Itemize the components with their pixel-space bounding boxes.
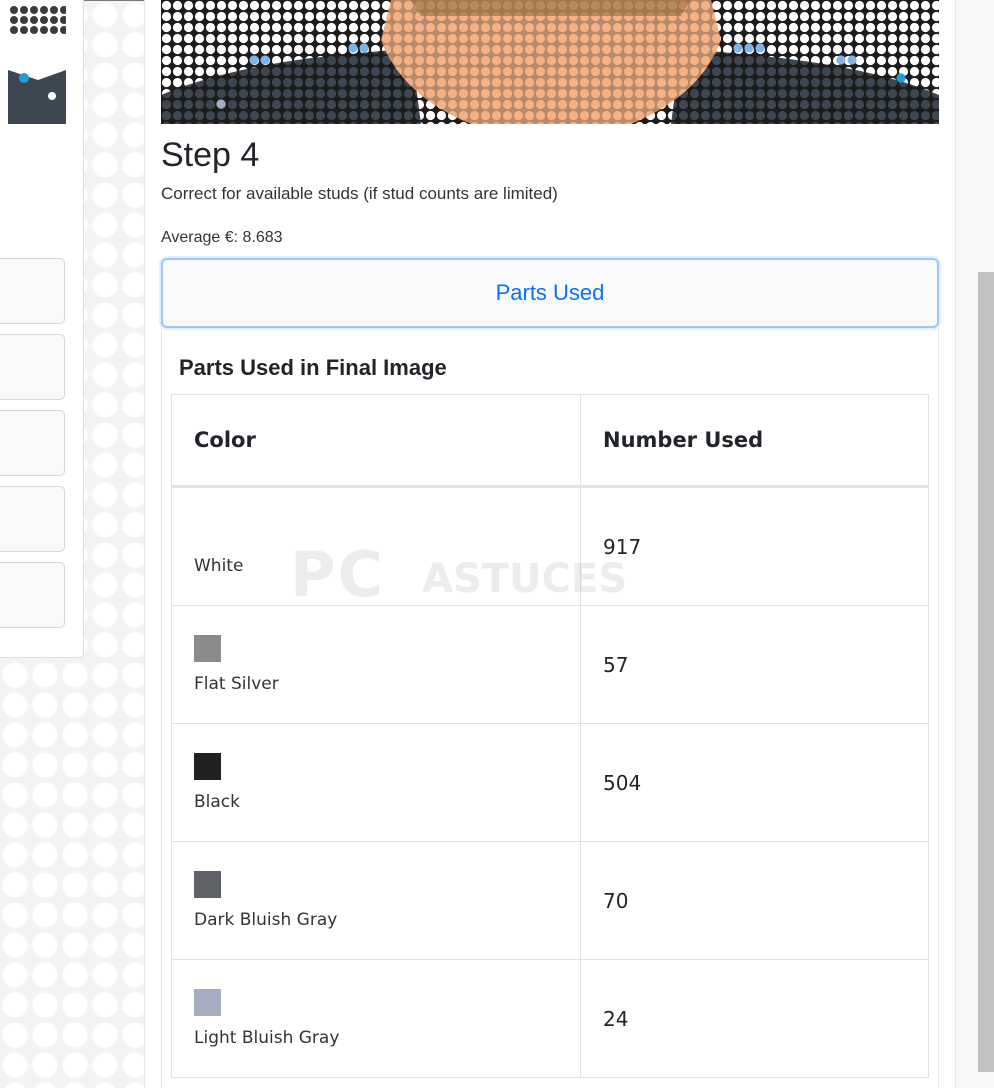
count-value: 57	[603, 652, 629, 677]
color-swatch-icon	[194, 635, 221, 662]
table-row: Light Bluish Gray 24	[171, 959, 929, 1078]
count-cell: 70	[580, 841, 929, 960]
step-title: Step 4	[161, 136, 260, 174]
color-swatch-icon	[194, 989, 221, 1016]
color-name: Flat Silver	[194, 674, 279, 694]
color-swatch-icon	[194, 871, 221, 898]
color-cell: Black	[171, 723, 581, 842]
color-name: Black	[194, 792, 240, 812]
column-header-color: Color	[171, 394, 581, 488]
color-cell: Light Bluish Gray	[171, 959, 581, 1078]
table-row: Dark Bluish Gray 70	[171, 841, 929, 960]
table-row: Flat Silver 57	[171, 605, 929, 724]
color-name: White	[194, 556, 244, 576]
mosaic-preview	[161, 0, 939, 124]
color-cell: Dark Bluish Gray	[171, 841, 581, 960]
left-option-button-4[interactable]	[0, 486, 65, 552]
count-value: 917	[603, 534, 642, 559]
color-swatch-icon	[194, 753, 221, 780]
left-option-button-5[interactable]	[0, 562, 65, 628]
count-cell: 57	[580, 605, 929, 724]
table-header-row: Color Number Used	[171, 394, 929, 488]
color-name: Dark Bluish Gray	[194, 910, 338, 930]
left-option-button-1[interactable]	[0, 258, 65, 324]
column-header-number-used: Number Used	[580, 394, 929, 488]
color-cell: White	[171, 486, 581, 606]
left-option-button-3[interactable]	[0, 410, 65, 476]
parts-used-table: Color Number Used White 917 Flat Silver	[171, 394, 929, 1078]
parts-used-button[interactable]: Parts Used	[161, 258, 939, 328]
step-4-card: Step 4 Correct for available studs (if s…	[144, 0, 956, 1088]
count-cell: 504	[580, 723, 929, 842]
left-mosaic-preview	[8, 0, 66, 124]
count-value: 70	[603, 888, 629, 913]
parts-used-heading: Parts Used in Final Image	[179, 355, 447, 380]
left-panel	[0, 0, 84, 658]
count-value: 504	[603, 770, 642, 795]
table-row: White 917	[171, 486, 929, 606]
color-cell: Flat Silver	[171, 605, 581, 724]
count-cell: 917	[580, 486, 929, 606]
scrollbar-thumb[interactable]	[978, 272, 994, 1072]
step-description: Correct for available studs (if stud cou…	[161, 184, 558, 203]
left-option-button-2[interactable]	[0, 334, 65, 400]
color-name: Light Bluish Gray	[194, 1028, 340, 1048]
count-cell: 24	[580, 959, 929, 1078]
count-value: 24	[603, 1006, 629, 1031]
table-row: Black 504	[171, 723, 929, 842]
average-price: Average €: 8.683	[161, 229, 283, 246]
